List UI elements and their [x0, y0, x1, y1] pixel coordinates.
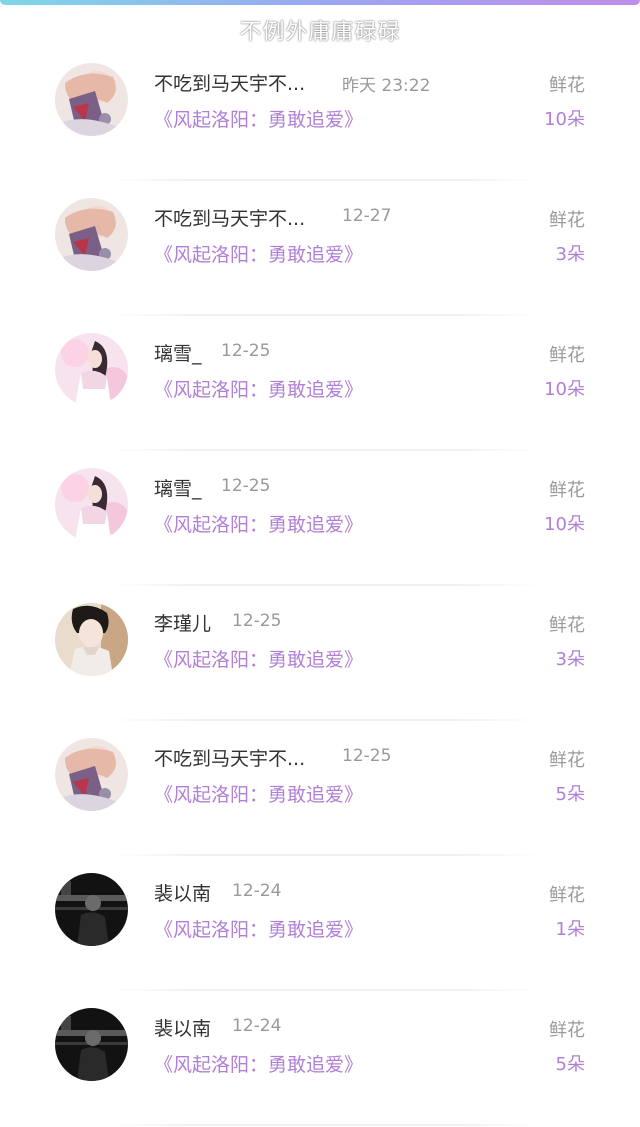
gift-count: 5朵 [555, 784, 585, 805]
top-accent-bar [0, 0, 640, 5]
gift-type: 鲜花 [549, 480, 585, 501]
user-name[interactable]: 璃雪_ [154, 474, 202, 501]
avatar[interactable] [55, 198, 128, 271]
row-divider [110, 719, 540, 721]
gift-time: 12-25 [221, 341, 271, 361]
user-name[interactable]: 李瑾儿 [154, 609, 211, 636]
book-title-link[interactable]: 《风起洛阳：勇敢追爱》 [154, 915, 363, 942]
gift-time: 12-25 [221, 476, 271, 496]
gift-time: 12-24 [232, 1016, 282, 1036]
row-divider [110, 854, 540, 856]
book-title-link[interactable]: 《风起洛阳：勇敢追爱》 [154, 1050, 363, 1077]
gift-count: 10朵 [544, 109, 585, 130]
user-name[interactable]: 不吃到马天宇不... [154, 744, 305, 771]
watermark-text: 不例外庸庸碌碌 [239, 20, 401, 45]
gift-time: 12-24 [232, 881, 282, 901]
list-item[interactable]: 不吃到马天宇不... 12-25 《风起洛阳：勇敢追爱》 鲜花 5朵 [0, 722, 640, 857]
gift-record-list: 不吃到马天宇不... 昨天 23:22 《风起洛阳：勇敢追爱》 鲜花 10朵 不… [0, 47, 640, 1127]
user-name[interactable]: 裴以南 [154, 879, 211, 906]
book-title-link[interactable]: 《风起洛阳：勇敢追爱》 [154, 780, 363, 807]
row-divider [110, 584, 540, 586]
list-item[interactable]: 不吃到马天宇不... 12-27 《风起洛阳：勇敢追爱》 鲜花 3朵 [0, 182, 640, 317]
list-item[interactable]: 裴以南 12-24 《风起洛阳：勇敢追爱》 鲜花 5朵 [0, 992, 640, 1127]
gift-type: 鲜花 [549, 750, 585, 771]
user-name[interactable]: 不吃到马天宇不... [154, 69, 305, 96]
list-item[interactable]: 李瑾儿 12-25 《风起洛阳：勇敢追爱》 鲜花 3朵 [0, 587, 640, 722]
book-title-link[interactable]: 《风起洛阳：勇敢追爱》 [154, 105, 363, 132]
avatar[interactable] [55, 333, 128, 406]
user-name[interactable]: 裴以南 [154, 1014, 211, 1041]
list-item[interactable]: 不吃到马天宇不... 昨天 23:22 《风起洛阳：勇敢追爱》 鲜花 10朵 [0, 47, 640, 182]
row-divider [110, 179, 540, 181]
gift-count: 5朵 [555, 1054, 585, 1075]
gift-type: 鲜花 [549, 75, 585, 96]
gift-time: 12-27 [342, 206, 392, 226]
gift-time: 昨天 23:22 [342, 76, 431, 96]
book-title-link[interactable]: 《风起洛阳：勇敢追爱》 [154, 240, 363, 267]
gift-count: 3朵 [555, 244, 585, 265]
book-title-link[interactable]: 《风起洛阳：勇敢追爱》 [154, 645, 363, 672]
gift-type: 鲜花 [549, 885, 585, 906]
row-divider [110, 989, 540, 991]
gift-count: 10朵 [544, 514, 585, 535]
gift-count: 1朵 [555, 919, 585, 940]
user-name[interactable]: 不吃到马天宇不... [154, 204, 305, 231]
gift-count: 10朵 [544, 379, 585, 400]
avatar[interactable] [55, 468, 128, 541]
avatar[interactable] [55, 603, 128, 676]
gift-type: 鲜花 [549, 210, 585, 231]
book-title-link[interactable]: 《风起洛阳：勇敢追爱》 [154, 510, 363, 537]
gift-type: 鲜花 [549, 615, 585, 636]
gift-time: 12-25 [342, 746, 392, 766]
list-item[interactable]: 璃雪_ 12-25 《风起洛阳：勇敢追爱》 鲜花 10朵 [0, 317, 640, 452]
avatar[interactable] [55, 63, 128, 136]
gift-count: 3朵 [555, 649, 585, 670]
list-item[interactable]: 璃雪_ 12-25 《风起洛阳：勇敢追爱》 鲜花 10朵 [0, 452, 640, 587]
book-title-link[interactable]: 《风起洛阳：勇敢追爱》 [154, 375, 363, 402]
gift-type: 鲜花 [549, 345, 585, 366]
avatar[interactable] [55, 873, 128, 946]
gift-time: 12-25 [232, 611, 282, 631]
user-name[interactable]: 璃雪_ [154, 339, 202, 366]
avatar[interactable] [55, 1008, 128, 1081]
avatar[interactable] [55, 738, 128, 811]
row-divider [110, 449, 540, 451]
row-divider [110, 1124, 540, 1126]
list-item[interactable]: 裴以南 12-24 《风起洛阳：勇敢追爱》 鲜花 1朵 [0, 857, 640, 992]
row-divider [110, 314, 540, 316]
gift-type: 鲜花 [549, 1020, 585, 1041]
